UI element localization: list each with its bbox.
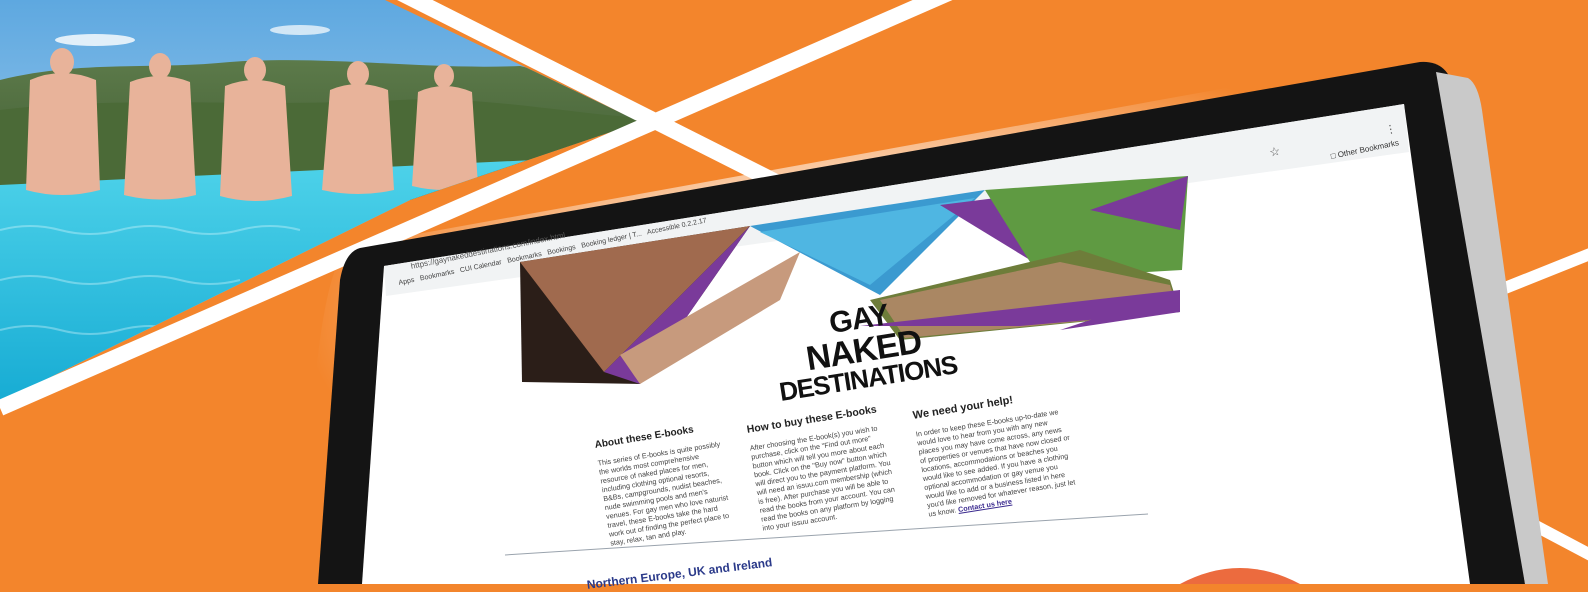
promo-graphic xyxy=(0,0,1588,584)
